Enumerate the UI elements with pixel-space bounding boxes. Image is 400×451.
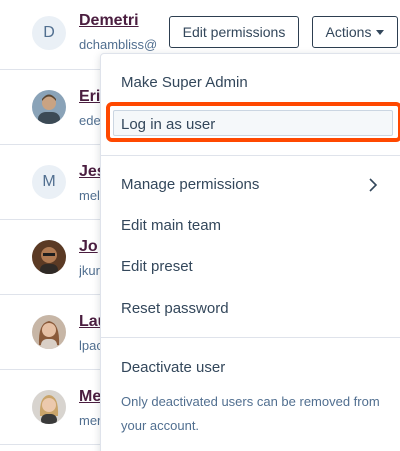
avatar-initial: D bbox=[43, 24, 55, 41]
menu-item-edit-main-team[interactable]: Edit main team bbox=[121, 217, 221, 234]
avatar bbox=[32, 315, 66, 349]
caret-down-icon bbox=[376, 29, 385, 35]
actions-label: Actions bbox=[325, 24, 372, 40]
highlight-annotation bbox=[106, 102, 400, 142]
menu-divider bbox=[101, 155, 400, 156]
avatar-photo-icon bbox=[32, 315, 66, 349]
avatar: D bbox=[32, 16, 66, 50]
actions-dropdown-menu: Make Super Admin Log in as user Manage p… bbox=[100, 53, 400, 451]
user-name-link[interactable]: Demetri bbox=[79, 12, 155, 30]
avatar-photo-icon bbox=[32, 390, 66, 424]
menu-item-edit-preset[interactable]: Edit preset bbox=[121, 258, 193, 275]
avatar bbox=[32, 240, 66, 274]
user-email: dchambliss@ bbox=[79, 37, 157, 52]
menu-item-deactivate-user[interactable]: Deactivate user bbox=[121, 359, 225, 376]
actions-button[interactable]: Actions bbox=[312, 16, 398, 48]
menu-divider bbox=[101, 337, 400, 338]
menu-item-manage-permissions[interactable]: Manage permissions bbox=[121, 176, 259, 193]
avatar-photo-icon bbox=[32, 240, 66, 274]
avatar bbox=[32, 90, 66, 124]
menu-item-reset-password[interactable]: Reset password bbox=[121, 300, 229, 317]
avatar: M bbox=[32, 165, 66, 199]
edit-permissions-button[interactable]: Edit permissions bbox=[169, 16, 299, 48]
avatar bbox=[32, 390, 66, 424]
deactivate-note: Only deactivated users can be removed fr… bbox=[121, 394, 380, 433]
avatar-initial: M bbox=[42, 173, 56, 190]
chevron-right-icon bbox=[369, 178, 378, 192]
menu-item-make-super-admin[interactable]: Make Super Admin bbox=[121, 74, 248, 91]
avatar-photo-icon bbox=[32, 90, 66, 124]
